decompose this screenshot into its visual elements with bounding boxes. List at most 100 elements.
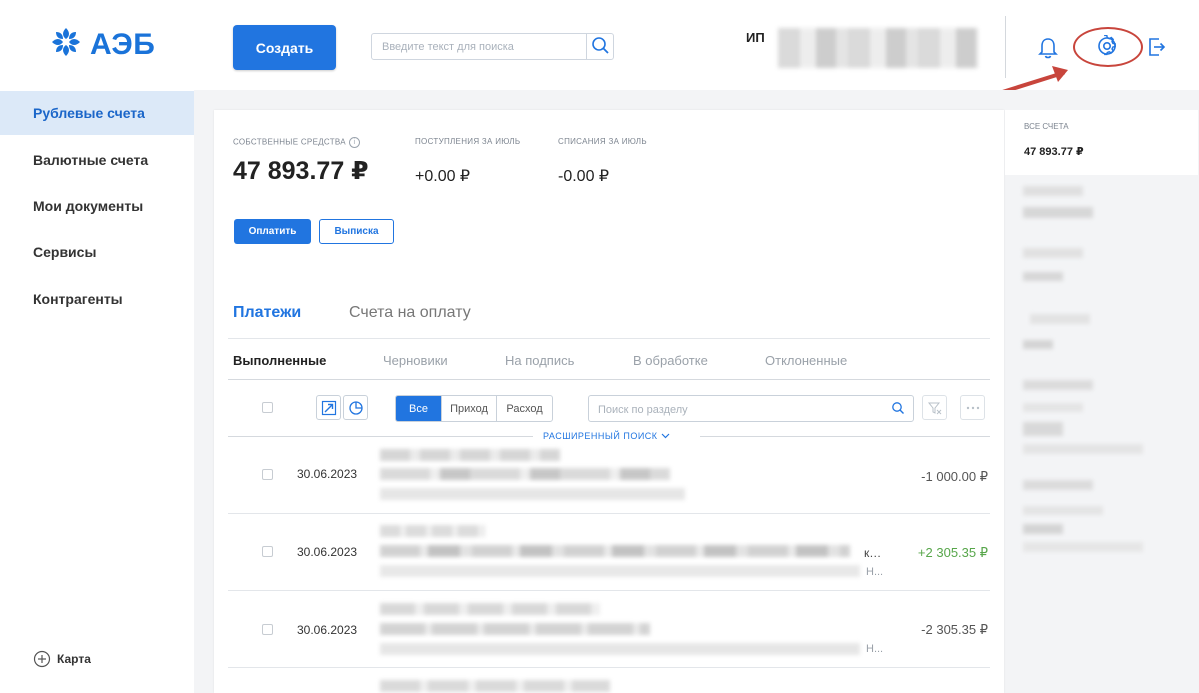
tab-payments[interactable]: Платежи bbox=[233, 304, 301, 322]
redacted-account bbox=[1030, 314, 1090, 324]
row-separator bbox=[228, 590, 990, 591]
redacted-account bbox=[1023, 186, 1083, 196]
all-accounts-label: ВСЕ СЧЕТА bbox=[1024, 122, 1069, 131]
redacted-text bbox=[380, 468, 670, 480]
sidebar: Рублевые счета Валютные счета Мои докуме… bbox=[0, 90, 194, 693]
create-button[interactable]: Создать bbox=[233, 25, 336, 70]
advanced-search-toggle[interactable]: РАСШИРЕННЫЙ ПОИСК bbox=[540, 431, 673, 441]
map-label: Карта bbox=[57, 652, 91, 666]
all-accounts-value: 47 893.77 ₽ bbox=[1024, 146, 1084, 158]
statement-button[interactable]: Выписка bbox=[319, 219, 394, 244]
filter-expense[interactable]: Расход bbox=[496, 396, 552, 421]
info-icon[interactable]: i bbox=[348, 137, 360, 148]
expense-value: -0.00 ₽ bbox=[558, 168, 610, 185]
tab-invoices[interactable]: Счета на оплату bbox=[349, 304, 471, 322]
direction-filter: Все Приход Расход bbox=[395, 395, 553, 422]
sidebar-item-services[interactable]: Сервисы bbox=[0, 230, 194, 274]
redacted-text bbox=[380, 680, 610, 692]
truncated-text: Н... bbox=[866, 566, 884, 578]
redacted-account bbox=[1023, 403, 1083, 412]
all-accounts-card[interactable] bbox=[1005, 110, 1198, 175]
payment-date: 30.06.2023 bbox=[297, 623, 358, 637]
redacted-text bbox=[380, 545, 850, 557]
map-link[interactable]: Карта bbox=[33, 650, 91, 668]
pie-chart-icon bbox=[348, 400, 363, 415]
clear-filter-icon bbox=[927, 402, 941, 414]
logout-icon[interactable] bbox=[1147, 36, 1167, 63]
plus-circle-icon bbox=[33, 650, 51, 668]
filter-all[interactable]: Все bbox=[396, 396, 441, 421]
payment-amount: -2 305.35 ₽ bbox=[921, 622, 988, 637]
subtab-completed[interactable]: Выполненные bbox=[233, 353, 326, 368]
clear-filter-button[interactable] bbox=[922, 395, 947, 420]
redacted-text bbox=[380, 623, 650, 635]
subtab-to-sign[interactable]: На подпись bbox=[505, 353, 574, 368]
redacted-account bbox=[1023, 524, 1063, 534]
user-name-redacted bbox=[778, 28, 978, 68]
sidebar-item-my-documents[interactable]: Мои документы bbox=[0, 184, 194, 228]
redacted-account bbox=[1023, 340, 1053, 349]
redacted-text bbox=[380, 603, 600, 615]
redacted-text bbox=[380, 525, 485, 537]
redacted-account bbox=[1023, 248, 1083, 258]
redacted-account bbox=[1023, 480, 1093, 490]
select-all-checkbox[interactable] bbox=[262, 402, 273, 413]
subtab-processing[interactable]: В обработке bbox=[633, 353, 708, 368]
redacted-text bbox=[380, 643, 860, 655]
search-divider bbox=[586, 34, 587, 59]
row-separator bbox=[228, 667, 990, 668]
redacted-account bbox=[1023, 444, 1143, 454]
redacted-text bbox=[380, 449, 560, 461]
gear-icon[interactable] bbox=[1096, 34, 1118, 62]
row-separator bbox=[228, 513, 990, 514]
subtab-drafts[interactable]: Черновики bbox=[383, 353, 448, 368]
sidebar-item-counterparties[interactable]: Контрагенты bbox=[0, 277, 194, 321]
section-search-input[interactable] bbox=[589, 396, 880, 423]
payment-amount: +2 305.35 ₽ bbox=[917, 545, 988, 560]
income-label: ПОСТУПЛЕНИЯ ЗА ИЮЛЬ bbox=[415, 137, 521, 146]
redacted-text bbox=[380, 488, 685, 500]
payment-amount: -1 000.00 ₽ bbox=[921, 469, 988, 484]
row-checkbox[interactable] bbox=[262, 469, 273, 480]
more-options-button[interactable] bbox=[960, 395, 985, 420]
own-funds-label: СОБСТВЕННЫЕ СРЕДСТВА i bbox=[233, 137, 360, 148]
redacted-account bbox=[1023, 272, 1063, 281]
redacted-account bbox=[1023, 207, 1093, 218]
redacted-account bbox=[1023, 542, 1143, 552]
trend-icon bbox=[321, 400, 336, 415]
logo-icon bbox=[48, 24, 84, 65]
more-dots-icon bbox=[966, 406, 979, 409]
advanced-search-line-right bbox=[700, 436, 990, 437]
row-checkbox[interactable] bbox=[262, 546, 273, 557]
subtab-separator bbox=[228, 379, 990, 380]
subtab-rejected[interactable]: Отклоненные bbox=[765, 353, 847, 368]
row-checkbox[interactable] bbox=[262, 624, 273, 635]
expense-label: СПИСАНИЯ ЗА ИЮЛЬ bbox=[558, 137, 647, 146]
redacted-account bbox=[1023, 380, 1093, 390]
global-search-input[interactable] bbox=[372, 34, 592, 59]
sidebar-item-rub-accounts[interactable]: Рублевые счета bbox=[0, 91, 194, 135]
income-value: +0.00 ₽ bbox=[415, 168, 471, 185]
redacted-account bbox=[1023, 506, 1103, 515]
pie-chart-button[interactable] bbox=[343, 395, 368, 420]
sidebar-item-currency-accounts[interactable]: Валютные счета bbox=[0, 138, 194, 182]
search-icon[interactable] bbox=[591, 36, 611, 61]
chevron-down-icon bbox=[661, 433, 669, 439]
logo-text: АЭБ bbox=[90, 27, 156, 61]
own-funds-value: 47 893.77 ₽ bbox=[233, 157, 369, 185]
truncated-text: Н... bbox=[866, 643, 884, 655]
payment-date: 30.06.2023 bbox=[297, 545, 358, 559]
tab-separator bbox=[228, 338, 990, 339]
section-search bbox=[588, 395, 914, 423]
logo[interactable]: АЭБ bbox=[48, 24, 155, 65]
advanced-search-line-left bbox=[228, 436, 533, 437]
redacted-account bbox=[1023, 422, 1063, 436]
trend-chart-button[interactable] bbox=[316, 395, 341, 420]
filter-income[interactable]: Приход bbox=[441, 396, 496, 421]
payment-date: 30.06.2023 bbox=[297, 467, 358, 481]
search-icon[interactable] bbox=[891, 401, 905, 420]
pay-button[interactable]: Оплатить bbox=[234, 219, 311, 244]
user-name-prefix: ИП bbox=[746, 30, 765, 45]
redacted-text bbox=[380, 565, 860, 577]
global-search bbox=[371, 33, 614, 60]
